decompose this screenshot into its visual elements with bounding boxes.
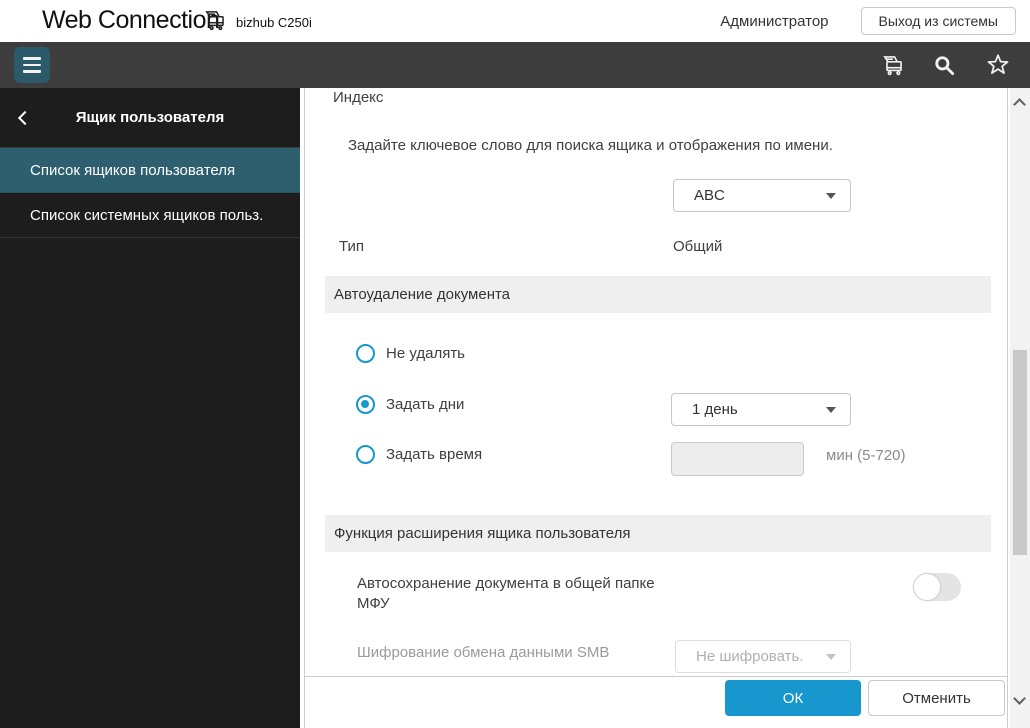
header-right: Администратор Выход из системы	[720, 0, 1016, 42]
radio-set-days[interactable]: Задать дни	[356, 395, 464, 414]
autosave-toggle[interactable]	[913, 573, 961, 601]
radio-label: Задать время	[386, 446, 482, 463]
smb-encryption-label: Шифрование обмена данными SMB	[357, 644, 609, 661]
section-extension: Функция расширения ящика пользователя	[325, 515, 991, 552]
device-name: bizhub C250i	[236, 15, 312, 30]
user-role-label: Администратор	[720, 13, 828, 30]
radio-label: Задать дни	[386, 396, 464, 413]
sidebar-item-label: Список ящиков пользователя	[30, 162, 235, 179]
device-group: bizhub C250i	[203, 7, 312, 38]
sidebar: Ящик пользователя Список ящиков пользова…	[0, 88, 300, 728]
minutes-input	[671, 442, 804, 476]
logout-button[interactable]: Выход из системы	[861, 7, 1016, 35]
content-body: Индекс Задайте ключевое слово для поиска…	[305, 88, 1007, 676]
content-panel: Индекс Задайте ключевое слово для поиска…	[304, 88, 1008, 728]
scroll-up-icon[interactable]	[1013, 98, 1026, 111]
app-header: Web Connection bizhub C250i Администрато…	[0, 0, 1030, 42]
section-auto-delete: Автоудаление документа	[325, 276, 991, 313]
autosave-label: Автосохранение документа в общей папке М…	[357, 574, 657, 614]
chevron-down-icon	[826, 654, 836, 660]
chevron-down-icon	[826, 407, 836, 413]
section-title: Функция расширения ящика пользователя	[325, 515, 991, 552]
vertical-scrollbar[interactable]	[1010, 88, 1030, 728]
sidebar-item-system-box-list[interactable]: Список системных ящиков польз.	[0, 193, 300, 238]
toggle-knob	[913, 573, 941, 601]
smb-encryption-select: Не шифровать.	[675, 640, 851, 673]
sidebar-item-user-box-list[interactable]: Список ящиков пользователя	[0, 148, 300, 193]
days-select-value: 1 день	[672, 394, 850, 425]
ok-button[interactable]: ОК	[725, 680, 861, 716]
index-hint: Задайте ключевое слово для поиска ящика …	[348, 137, 833, 154]
sidebar-item-label: Список системных ящиков польз.	[30, 207, 263, 224]
scroll-down-icon[interactable]	[1013, 692, 1026, 705]
cancel-button[interactable]: Отменить	[868, 680, 1005, 716]
index-select-value: ABC	[674, 180, 850, 211]
main-toolbar	[0, 42, 1030, 88]
chevron-down-icon	[826, 193, 836, 199]
mfp-icon	[203, 7, 229, 38]
logo: Web Connection	[42, 6, 219, 35]
sidebar-title: Ящик пользователя	[0, 88, 300, 148]
favorites-star-icon[interactable]	[985, 52, 1011, 78]
sidebar-header: Ящик пользователя	[0, 88, 300, 148]
scrollbar-thumb[interactable]	[1013, 350, 1027, 555]
web-connection-page: Web Connection bizhub C250i Администрато…	[0, 0, 1030, 728]
radio-icon	[356, 445, 375, 464]
hamburger-menu-icon[interactable]	[14, 47, 50, 83]
type-label: Тип	[339, 238, 364, 255]
type-value: Общий	[673, 238, 722, 255]
radio-icon	[356, 344, 375, 363]
smb-select-value: Не шифровать.	[676, 641, 850, 672]
action-footer: ОК Отменить	[305, 676, 1007, 728]
index-select[interactable]: ABC	[673, 179, 851, 212]
radio-label: Не удалять	[386, 345, 465, 362]
minutes-suffix: мин (5-720)	[826, 447, 906, 464]
index-label: Индекс	[333, 89, 383, 106]
radio-set-time[interactable]: Задать время	[356, 445, 482, 464]
days-select[interactable]: 1 день	[671, 393, 851, 426]
mfp-device-icon[interactable]	[881, 52, 907, 78]
section-title: Автоудаление документа	[325, 276, 991, 313]
search-icon[interactable]	[931, 52, 957, 78]
radio-no-delete[interactable]: Не удалять	[356, 344, 465, 363]
radio-checked-icon	[356, 395, 375, 414]
